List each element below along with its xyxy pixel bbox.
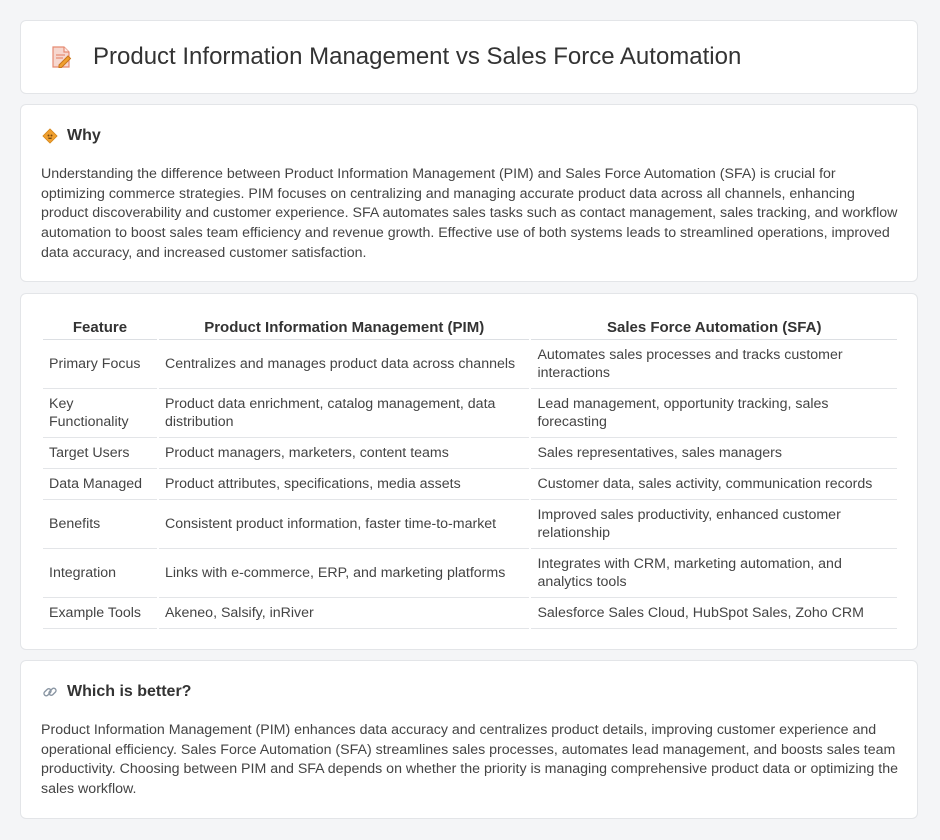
pim-cell: Links with e-commerce, ERP, and marketin… [158, 549, 530, 598]
why-heading-label: Why [67, 127, 101, 144]
table-row: Target Users Product managers, marketers… [43, 438, 897, 469]
better-text: Product Information Management (PIM) enh… [41, 722, 898, 798]
feature-cell: Integration [43, 549, 157, 598]
why-heading: Why [41, 127, 101, 145]
table-header-row: Feature Product Information Management (… [43, 314, 897, 340]
table-row: Benefits Consistent product information,… [43, 500, 897, 549]
sfa-cell: Automates sales processes and tracks cus… [531, 340, 897, 389]
table-row: Primary Focus Centralizes and manages pr… [43, 340, 897, 389]
feature-cell: Key Functionality [43, 389, 157, 438]
sfa-cell: Lead management, opportunity tracking, s… [531, 389, 897, 438]
link-icon [41, 683, 59, 701]
table-row: Data Managed Product attributes, specifi… [43, 469, 897, 500]
header-card: Product Information Management vs Sales … [20, 20, 918, 94]
comparison-table: Feature Product Information Management (… [41, 314, 899, 629]
title-row: Product Information Management vs Sales … [47, 43, 741, 71]
page-title: Product Information Management vs Sales … [93, 43, 742, 70]
pim-cell: Consistent product information, faster t… [158, 500, 530, 549]
sfa-cell: Salesforce Sales Cloud, HubSpot Sales, Z… [531, 598, 897, 629]
feature-cell: Benefits [43, 500, 157, 549]
header-pim: Product Information Management (PIM) [158, 314, 530, 340]
feature-cell: Example Tools [43, 598, 157, 629]
table-row: Example Tools Akeneo, Salsify, inRiver S… [43, 598, 897, 629]
comparison-section: Feature Product Information Management (… [20, 293, 918, 650]
sfa-cell: Improved sales productivity, enhanced cu… [531, 500, 897, 549]
pim-cell: Product data enrichment, catalog managem… [158, 389, 530, 438]
pim-cell: Centralizes and manages product data acr… [158, 340, 530, 389]
feature-cell: Target Users [43, 438, 157, 469]
diamond-sign-icon [41, 127, 59, 145]
sfa-cell: Integrates with CRM, marketing automatio… [531, 549, 897, 598]
feature-cell: Primary Focus [43, 340, 157, 389]
why-section: Why Understanding the difference between… [20, 104, 918, 282]
better-heading-label: Which is better? [67, 683, 192, 700]
pim-cell: Akeneo, Salsify, inRiver [158, 598, 530, 629]
pim-cell: Product attributes, specifications, medi… [158, 469, 530, 500]
pim-cell: Product managers, marketers, content tea… [158, 438, 530, 469]
why-text: Understanding the difference between Pro… [41, 166, 898, 261]
sfa-cell: Sales representatives, sales managers [531, 438, 897, 469]
table-row: Key Functionality Product data enrichmen… [43, 389, 897, 438]
header-feature: Feature [43, 314, 157, 340]
header-sfa: Sales Force Automation (SFA) [531, 314, 897, 340]
which-is-better-section: Which is better? Product Information Man… [20, 660, 918, 819]
table-row: Integration Links with e-commerce, ERP, … [43, 549, 897, 598]
feature-cell: Data Managed [43, 469, 157, 500]
document-pencil-icon [47, 43, 75, 71]
sfa-cell: Customer data, sales activity, communica… [531, 469, 897, 500]
better-heading: Which is better? [41, 683, 191, 701]
